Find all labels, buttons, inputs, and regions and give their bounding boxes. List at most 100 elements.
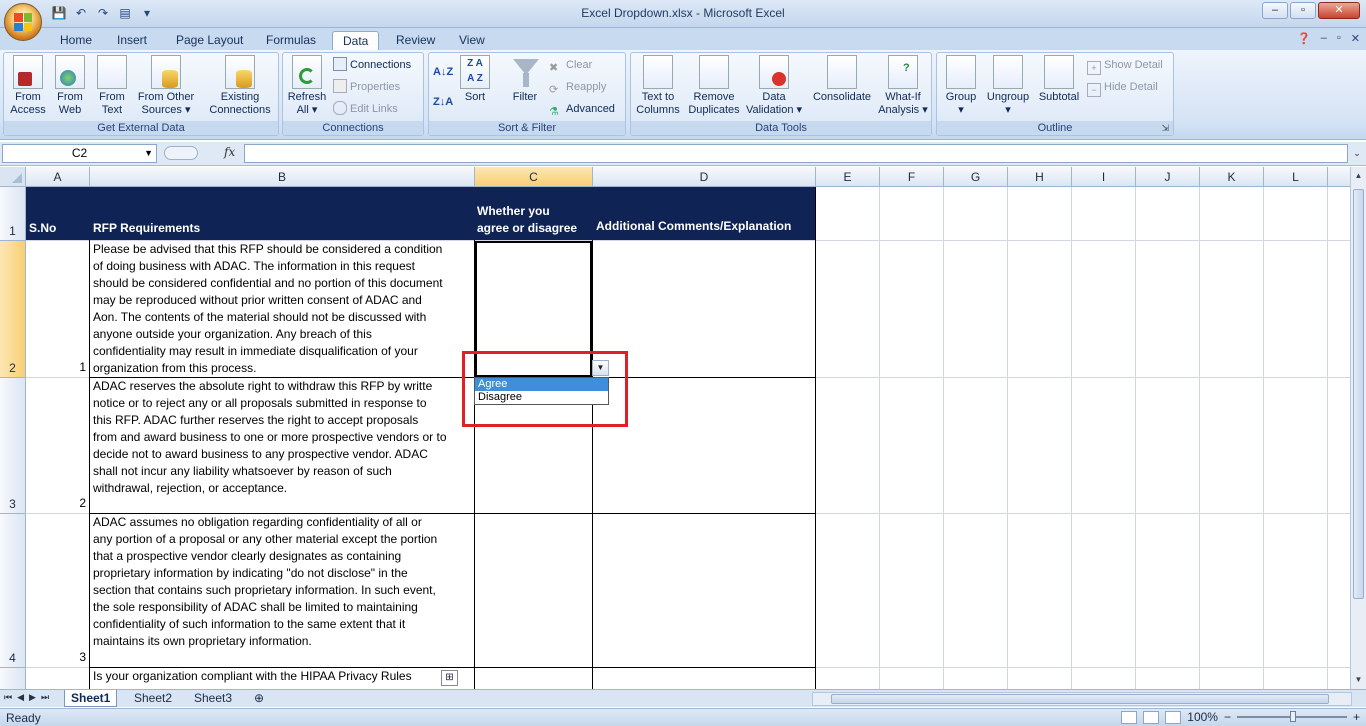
header-cell-requirements[interactable]: RFP Requirements bbox=[90, 187, 475, 240]
sort-button[interactable]: Z AA Z Sort bbox=[459, 55, 491, 104]
sheet-tab-sheet3[interactable]: Sheet3 bbox=[188, 690, 238, 707]
help-icon[interactable]: ❓ bbox=[1297, 32, 1311, 45]
paste-options-icon[interactable]: ⊞ bbox=[441, 670, 458, 686]
vertical-scroll-thumb[interactable] bbox=[1353, 189, 1364, 599]
existing-connections-button[interactable]: Existing Connections bbox=[204, 55, 276, 117]
cell-b5[interactable]: Is your organization compliant with the … bbox=[90, 668, 474, 689]
row-header-1[interactable]: 1 bbox=[0, 187, 26, 241]
header-cell-comments[interactable]: Additional Comments/Explanation bbox=[593, 187, 816, 240]
edit-links-button[interactable]: Edit Links bbox=[333, 100, 398, 118]
page-break-view-icon[interactable] bbox=[1165, 710, 1182, 724]
column-header-c[interactable]: C bbox=[475, 167, 593, 187]
scroll-down-icon[interactable]: ▼ bbox=[1352, 673, 1365, 687]
group-button[interactable]: Group ▾ bbox=[940, 55, 982, 117]
from-text-button[interactable]: From Text bbox=[92, 55, 132, 117]
column-header-a[interactable]: A bbox=[26, 167, 90, 187]
from-other-sources-button[interactable]: From Other Sources ▾ bbox=[132, 55, 200, 117]
cell-b4[interactable]: ADAC assumes no obligation regarding con… bbox=[90, 514, 474, 667]
sheet-tab-sheet1[interactable]: Sheet1 bbox=[64, 690, 118, 707]
data-validation-button[interactable]: Data Validation ▾ bbox=[743, 55, 805, 117]
doc-restore-icon[interactable]: ▫ bbox=[1337, 32, 1341, 45]
zoom-level[interactable]: 100% bbox=[1187, 710, 1218, 724]
name-box[interactable]: C2 ▼ bbox=[2, 144, 157, 163]
horizontal-scrollbar[interactable] bbox=[812, 692, 1352, 706]
reapply-button[interactable]: ⟳ Reapply bbox=[549, 78, 606, 96]
zoom-out-icon[interactable]: − bbox=[1224, 710, 1231, 724]
horizontal-scroll-thumb[interactable] bbox=[831, 694, 1329, 704]
office-button[interactable] bbox=[4, 3, 42, 41]
subtotal-button[interactable]: Subtotal bbox=[1035, 55, 1083, 104]
sort-z-a-button[interactable]: Z↓A bbox=[433, 93, 453, 111]
consolidate-button[interactable]: Consolidate bbox=[809, 55, 875, 104]
column-header-g[interactable]: G bbox=[944, 167, 1008, 187]
select-all-corner[interactable] bbox=[0, 167, 26, 187]
column-header-e[interactable]: E bbox=[816, 167, 880, 187]
from-access-button[interactable]: From Access bbox=[8, 55, 48, 117]
column-header-j[interactable]: J bbox=[1136, 167, 1200, 187]
zoom-slider[interactable] bbox=[1236, 711, 1347, 722]
refresh-all-button[interactable]: Refresh All ▾ bbox=[286, 55, 328, 117]
expand-formula-bar-icon[interactable]: ⌄ bbox=[1350, 145, 1364, 162]
column-header-k[interactable]: K bbox=[1200, 167, 1264, 187]
tab-insert[interactable]: Insert bbox=[107, 31, 157, 50]
header-cell-agree[interactable]: Whether you agree or disagree bbox=[475, 187, 593, 240]
vertical-scrollbar[interactable]: ▲ ▼ bbox=[1350, 167, 1366, 689]
scroll-up-icon[interactable]: ▲ bbox=[1352, 169, 1365, 183]
row-header-4[interactable]: 4 bbox=[0, 514, 26, 668]
formula-input[interactable] bbox=[244, 144, 1348, 163]
sheet-tab-sheet2[interactable]: Sheet2 bbox=[128, 690, 178, 707]
column-header-b[interactable]: B bbox=[90, 167, 475, 187]
remove-duplicates-button[interactable]: Remove Duplicates bbox=[685, 55, 743, 117]
tab-page-layout[interactable]: Page Layout bbox=[166, 31, 253, 50]
column-header-h[interactable]: H bbox=[1008, 167, 1072, 187]
cell-a2[interactable]: 1 bbox=[26, 241, 89, 377]
ungroup-button[interactable]: Ungroup ▾ bbox=[983, 55, 1033, 117]
tab-formulas[interactable]: Formulas bbox=[256, 31, 326, 50]
close-button[interactable]: ✕ bbox=[1318, 2, 1360, 19]
tab-data[interactable]: Data bbox=[332, 31, 380, 50]
name-box-dropdown-icon[interactable]: ▼ bbox=[144, 145, 153, 162]
prev-sheet-icon[interactable]: ◀ bbox=[17, 692, 24, 703]
page-layout-view-icon[interactable] bbox=[1143, 710, 1160, 724]
tab-home[interactable]: Home bbox=[50, 31, 102, 50]
show-detail-button[interactable]: + Show Detail bbox=[1087, 56, 1163, 75]
column-header-f[interactable]: F bbox=[880, 167, 944, 187]
tab-view[interactable]: View bbox=[449, 31, 495, 50]
connections-button[interactable]: Connections bbox=[333, 56, 411, 74]
text-to-columns-button[interactable]: Text to Columns bbox=[634, 55, 682, 117]
last-sheet-icon[interactable]: ⏭ bbox=[41, 692, 49, 703]
zoom-in-icon[interactable]: + bbox=[1353, 710, 1360, 724]
minimize-button[interactable]: – bbox=[1262, 2, 1288, 19]
dialog-launcher-icon[interactable]: ⇲ bbox=[1161, 123, 1169, 134]
first-sheet-icon[interactable]: ⏮ bbox=[4, 692, 12, 703]
next-sheet-icon[interactable]: ▶ bbox=[29, 692, 36, 703]
worksheet-grid[interactable]: A B C D E F G H I J K L 1 2 3 4 S.No RFP… bbox=[0, 167, 1350, 689]
clear-button[interactable]: ✖ Clear bbox=[549, 56, 592, 74]
sort-a-z-button[interactable]: A↓Z bbox=[433, 63, 453, 81]
cell-a3[interactable]: 2 bbox=[26, 378, 89, 513]
insert-function-icon[interactable]: fx bbox=[224, 145, 235, 159]
row-header-5[interactable] bbox=[0, 668, 26, 689]
from-web-button[interactable]: From Web bbox=[50, 55, 90, 117]
column-header-l[interactable]: L bbox=[1264, 167, 1328, 187]
column-header-partial[interactable] bbox=[1328, 167, 1350, 187]
normal-view-icon[interactable] bbox=[1121, 710, 1138, 724]
hide-detail-button[interactable]: − Hide Detail bbox=[1087, 78, 1158, 97]
insert-sheet-icon[interactable]: ⊕ bbox=[248, 690, 270, 707]
tab-review[interactable]: Review bbox=[386, 31, 445, 50]
header-cell-sno[interactable]: S.No bbox=[26, 187, 90, 240]
advanced-button[interactable]: ⚗ Advanced bbox=[549, 100, 615, 118]
column-header-i[interactable]: I bbox=[1072, 167, 1136, 187]
doc-minimize-icon[interactable]: – bbox=[1321, 32, 1327, 45]
cell-b3[interactable]: ADAC reserves the absolute right to with… bbox=[90, 378, 474, 513]
cell-a4[interactable]: 3 bbox=[26, 514, 89, 667]
cell-b2[interactable]: Please be advised that this RFP should b… bbox=[90, 241, 474, 377]
row-header-2[interactable]: 2 bbox=[0, 241, 26, 378]
column-header-d[interactable]: D bbox=[593, 167, 816, 187]
properties-button[interactable]: Properties bbox=[333, 78, 400, 96]
doc-close-icon[interactable]: ✕ bbox=[1351, 32, 1360, 45]
what-if-analysis-button[interactable]: ? What-If Analysis ▾ bbox=[877, 55, 929, 117]
zoom-slider-knob[interactable] bbox=[1289, 711, 1296, 722]
maximize-button[interactable]: ▫ bbox=[1290, 2, 1316, 19]
filter-button[interactable]: Filter bbox=[507, 55, 543, 104]
